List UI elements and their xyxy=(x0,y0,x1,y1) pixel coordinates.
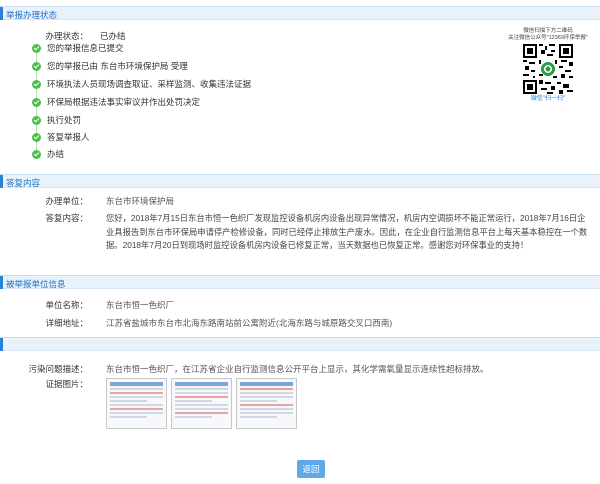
qr-caption-1: 微信扫描下方二维码 xyxy=(523,28,573,34)
evidence-image[interactable] xyxy=(236,378,297,429)
status-label: 办理状态： xyxy=(45,31,88,41)
back-button[interactable]: 返回 xyxy=(297,460,325,478)
status-step: 环境执法人员现场调查取证、采样监测、收集违法证据 xyxy=(32,78,251,90)
evidence-image[interactable] xyxy=(106,378,167,429)
unit-name-value: 东台市恒一色织厂 xyxy=(106,300,175,310)
unit-name-label: 单位名称： xyxy=(45,300,88,310)
status-step: 执行处罚 xyxy=(32,114,81,126)
check-icon xyxy=(32,61,41,71)
status-step: 环保局根据违法事实审议并作出处罚决定 xyxy=(32,96,200,108)
status-section-header: 举报办理状态 xyxy=(0,6,600,20)
report-desc-label: 污染问题描述： xyxy=(28,364,88,374)
evidence-label: 证据图片： xyxy=(45,379,88,389)
reply-unit-value: 东台市环境保护局 xyxy=(106,196,175,206)
status-section-title: 举报办理状态 xyxy=(6,10,58,20)
status-value: 已办结 xyxy=(100,31,126,41)
status-step: 答复举报人 xyxy=(32,131,90,143)
qr-caption-scan: 微信"扫一扫" xyxy=(530,96,566,102)
check-icon xyxy=(32,43,41,53)
reported-unit-section-title: 被举报单位信息 xyxy=(6,279,66,289)
reply-section-header: 答复内容 xyxy=(0,174,600,188)
check-icon xyxy=(32,79,41,89)
check-icon xyxy=(32,97,41,107)
unit-address-label: 详细地址： xyxy=(45,318,88,328)
reply-content-label: 答复内容： xyxy=(45,213,88,223)
status-step: 办结 xyxy=(32,148,64,160)
reply-unit-label: 办理单位： xyxy=(45,196,88,206)
evidence-image[interactable] xyxy=(171,378,232,429)
report-section-header xyxy=(0,337,600,351)
qr-code-icon xyxy=(523,44,573,94)
reply-content-text: 您好，2018年7月15日东台市恒一色织厂发现监控设备机房内设备出现异常情况，机… xyxy=(106,213,588,250)
check-icon xyxy=(32,132,41,142)
qr-caption-2: 关注微信公众号"12369环保举报" xyxy=(508,35,588,41)
reply-section-title: 答复内容 xyxy=(6,178,41,188)
status-step: 您的举报已由 东台市环境保护局 受理 xyxy=(32,60,188,72)
reported-unit-section-header: 被举报单位信息 xyxy=(0,275,600,289)
unit-address-value: 江苏省盐城市东台市北海东路南站前公寓附近(北海东路与城原路交叉口西南) xyxy=(106,318,393,328)
check-icon xyxy=(32,115,41,125)
report-desc-value: 东台市恒一色织厂，在江苏省企业自行监测信息公开平台上显示，其化学需氧量显示连续性… xyxy=(106,364,489,374)
qr-panel: 微信扫描下方二维码 关注微信公众号"12369环保举报" 微信"扫一扫" xyxy=(508,28,588,103)
check-icon xyxy=(32,149,41,159)
status-step: 您的举报信息已提交 xyxy=(32,42,124,54)
